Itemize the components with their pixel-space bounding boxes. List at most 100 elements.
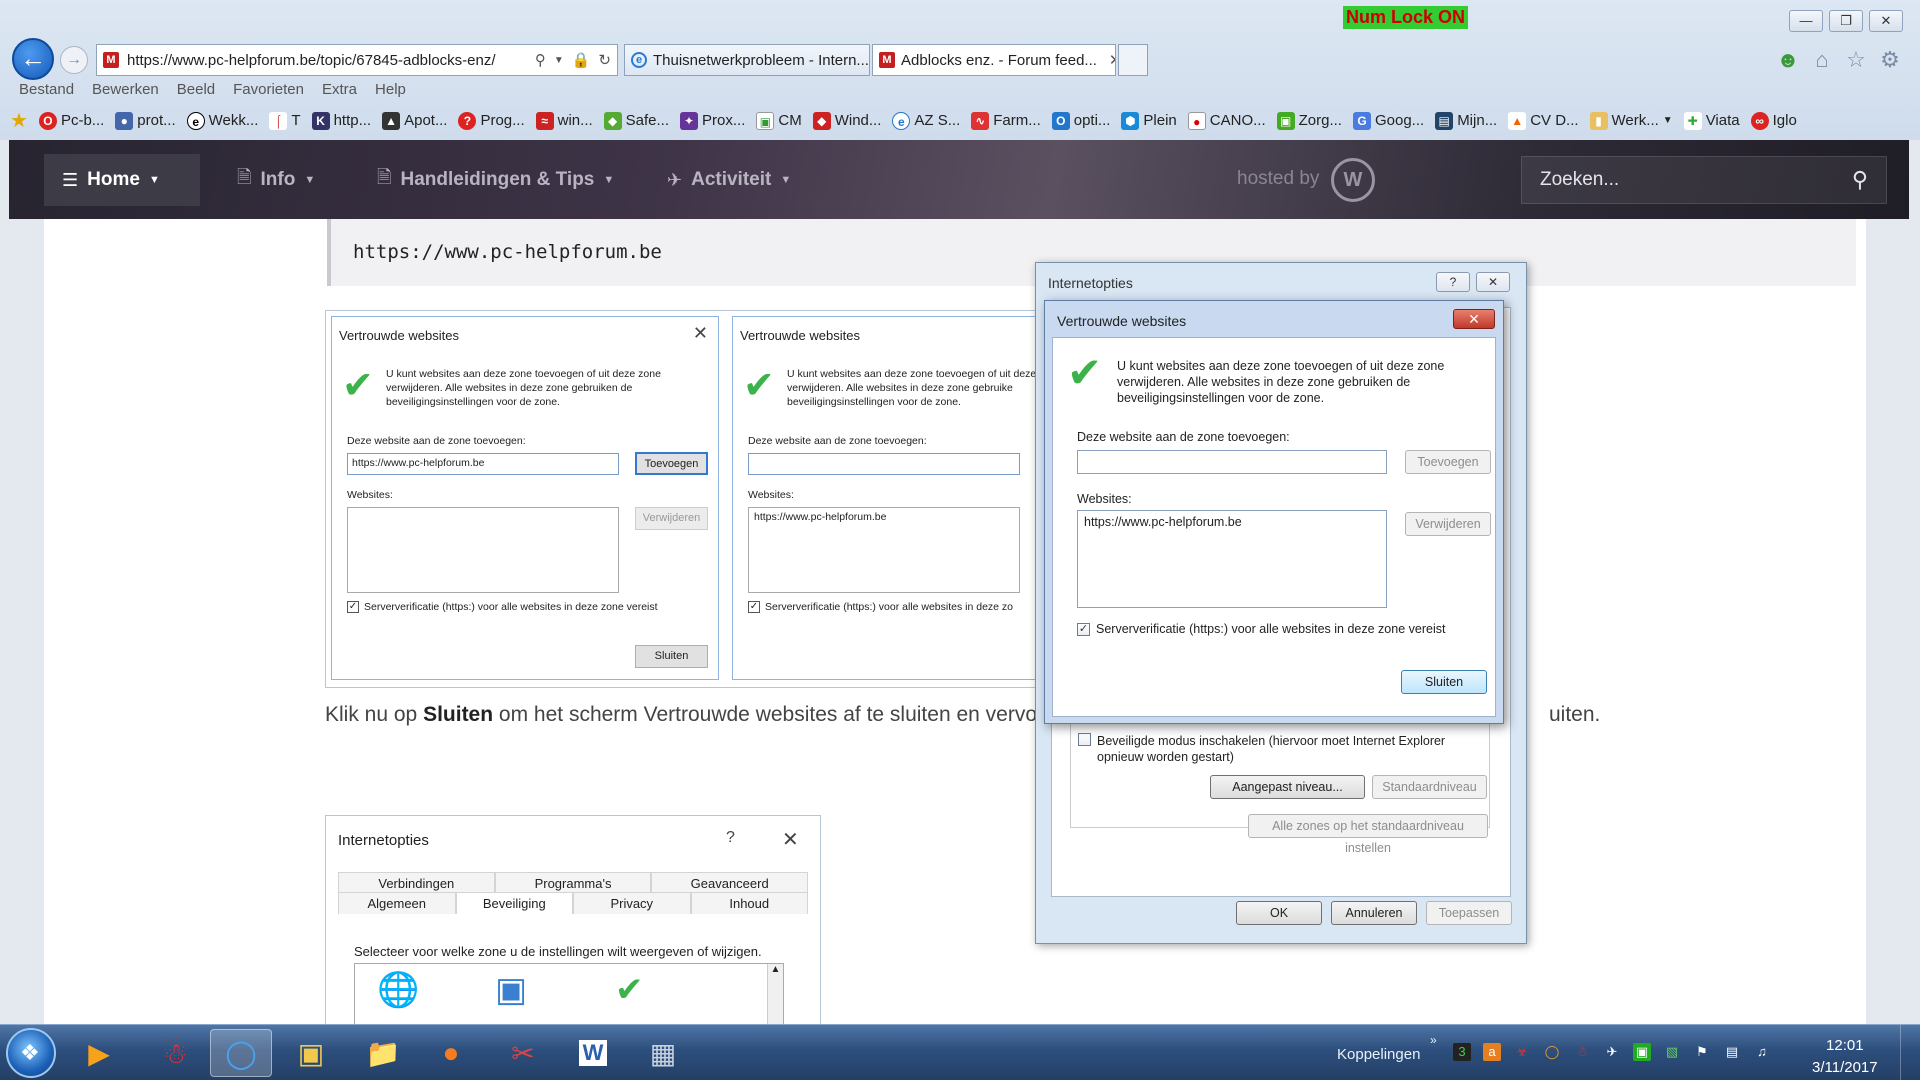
chevron-right-icon[interactable]: » (1430, 1033, 1437, 1047)
taskbar-internet-explorer[interactable]: ◯ (210, 1029, 272, 1077)
close-window-button[interactable]: ✕ (1869, 10, 1903, 32)
lock-icon[interactable]: 🔒 (572, 51, 591, 69)
favorite-item[interactable]: ◆ Safe... (603, 111, 669, 130)
start-button[interactable]: ❖ (6, 1028, 56, 1078)
home-icon[interactable]: ⌂ (1808, 46, 1836, 74)
add-button[interactable]: Toevoegen (1405, 450, 1491, 474)
nav-home[interactable]: ☰ Home ▼ (44, 154, 200, 206)
settings-gear-icon[interactable]: ⚙ (1876, 46, 1904, 74)
tray-volume-icon[interactable]: ♫ (1753, 1043, 1771, 1061)
favorite-item[interactable]: ▤ Mijn... (1435, 111, 1497, 130)
address-url[interactable]: https://www.pc-helpforum.be/topic/67845-… (127, 52, 527, 69)
site-search-input[interactable]: Zoeken... ⚲ (1521, 156, 1887, 204)
favorite-item[interactable]: ▣ CM (756, 111, 802, 130)
refresh-icon[interactable]: ↻ (598, 51, 611, 69)
menu-extra[interactable]: Extra (313, 81, 366, 98)
links-toolbar-label[interactable]: Koppelingen (1337, 1046, 1420, 1063)
minimize-button[interactable]: — (1789, 10, 1823, 32)
close-dialog-button[interactable]: ✕ (1476, 272, 1510, 292)
favorite-item[interactable]: Khttp... (311, 111, 371, 130)
https-verification-checkbox[interactable]: ✓ Serververificatie (https:) voor alle w… (1077, 622, 1445, 636)
tab-thuisnetwerk[interactable]: e Thuisnetwerkprobleem - Intern... (624, 44, 870, 76)
custom-level-button[interactable]: Aangepast niveau... (1210, 775, 1365, 799)
favorite-item[interactable]: ∞ Iglo (1750, 111, 1797, 130)
nav-handleidingen[interactable]: 🗎 Handleidingen & Tips ▼ (359, 154, 632, 206)
favorites-star-icon[interactable]: ☆ (1842, 46, 1870, 74)
taskbar-calculator[interactable]: ▦ (632, 1029, 694, 1077)
tray-flag-icon[interactable]: ⚑ (1693, 1043, 1711, 1061)
menu-beeld[interactable]: Beeld (168, 81, 224, 98)
tray-bars-icon[interactable]: ▧ (1663, 1043, 1681, 1061)
protected-mode-checkbox[interactable]: Beveiligde modus inschakelen (hiervoor m… (1078, 733, 1478, 765)
close-tab-icon[interactable]: ✕ (1109, 51, 1115, 69)
new-tab-button[interactable] (1118, 44, 1148, 76)
cancel-button[interactable]: Annuleren (1331, 901, 1417, 925)
feedback-icon[interactable]: ☻ (1774, 46, 1802, 74)
favorite-item[interactable]: Oopti... (1051, 111, 1110, 130)
taskbar-ccleaner[interactable]: ☃ (144, 1029, 206, 1077)
maximize-button[interactable]: ❐ (1829, 10, 1863, 32)
show-desktop-button[interactable] (1900, 1025, 1920, 1080)
menu-bestand[interactable]: Bestand (10, 81, 83, 98)
add-site-input[interactable] (1077, 450, 1387, 474)
default-level-button[interactable]: Standaardniveau (1372, 775, 1487, 799)
favorite-item[interactable]: ∿ Farm... (971, 111, 1041, 130)
websites-list[interactable]: https://www.pc-helpforum.be (1077, 510, 1387, 608)
nav-activiteit[interactable]: ✈ Activiteit ▼ (649, 154, 809, 206)
favorite-item[interactable]: ⌠ T (269, 111, 301, 130)
close-button[interactable]: Sluiten (1401, 670, 1487, 694)
favorite-item[interactable]: ▲ CV D... (1508, 111, 1579, 130)
favorite-item[interactable]: O Pc-b... (38, 111, 104, 130)
tray-nvidia-icon[interactable]: ▣ (1633, 1043, 1651, 1061)
favorite-item[interactable]: ⬢ Plein (1121, 111, 1177, 130)
reset-all-zones-button[interactable]: Alle zones op het standaardniveau instel… (1248, 814, 1488, 855)
favorite-item[interactable]: ▮ Werk... ▼ (1589, 111, 1673, 130)
tray-orange-icon[interactable]: a (1483, 1043, 1501, 1061)
address-bar[interactable]: M https://www.pc-helpforum.be/topic/6784… (96, 44, 618, 76)
screenshot-trusted-sites[interactable]: Vertrouwde websites ✕ ✔ U kunt websites … (325, 310, 1085, 688)
favorite-item[interactable]: ≈ win... (535, 111, 593, 130)
taskbar-explorer[interactable]: 📁 (352, 1029, 414, 1077)
favorite-item[interactable]: ✦ Prox... (680, 111, 745, 130)
close-dialog-button[interactable]: ✕ (1453, 309, 1495, 329)
taskbar-firefox[interactable]: ● (420, 1029, 482, 1077)
forward-button[interactable]: → (60, 46, 88, 74)
dropdown-icon[interactable]: ▼ (554, 55, 564, 66)
favorite-item[interactable]: ● CANO... (1187, 111, 1266, 130)
menu-bewerken[interactable]: Bewerken (83, 81, 168, 98)
menu-help[interactable]: Help (366, 81, 415, 98)
favorite-item[interactable]: G Goog... (1352, 111, 1424, 130)
website-entry[interactable]: https://www.pc-helpforum.be (1084, 515, 1242, 529)
help-button[interactable]: ? (1436, 272, 1470, 292)
tray-clock-icon[interactable]: ◯ (1543, 1043, 1561, 1061)
tray-network-icon[interactable]: ✈ (1603, 1043, 1621, 1061)
tray-3-icon[interactable]: 3 (1453, 1043, 1471, 1061)
add-favorite-icon[interactable]: ★ (10, 108, 28, 133)
back-button[interactable]: ← (12, 38, 54, 80)
taskbar-snipping[interactable]: ✂ (492, 1029, 554, 1077)
favorite-item[interactable]: e Wekk... (186, 111, 258, 130)
system-clock[interactable]: 12:01 3/11/2017 (1812, 1035, 1878, 1079)
host-logo-icon[interactable]: W (1331, 158, 1375, 202)
tray-ccleaner-icon[interactable]: ☃ (1573, 1043, 1591, 1061)
taskbar-sticky[interactable]: ▣ (280, 1029, 342, 1077)
favorite-item[interactable]: ● prot... (115, 111, 176, 130)
menu-favorieten[interactable]: Favorieten (224, 81, 313, 98)
favorite-item[interactable]: ✚ Viata (1683, 111, 1740, 130)
favorite-item[interactable]: ◆ Wind... (812, 111, 881, 130)
favorite-item[interactable]: ▣ Zorg... (1276, 111, 1342, 130)
tray-antivirus-icon[interactable]: ☣ (1513, 1043, 1531, 1061)
tray-monitor-icon[interactable]: ▤ (1723, 1043, 1741, 1061)
screenshot-internet-options[interactable]: Internetopties ? ✕ Verbindingen Programm… (325, 815, 821, 1024)
taskbar-word[interactable]: W (562, 1029, 624, 1077)
nav-info[interactable]: 🗎 Info ▼ (219, 154, 333, 206)
tab-adblocks[interactable]: M Adblocks enz. - Forum feed... ✕ (872, 44, 1116, 76)
favorite-item[interactable]: e AZ S... (892, 111, 960, 130)
apply-button[interactable]: Toepassen (1426, 901, 1512, 925)
remove-button[interactable]: Verwijderen (1405, 512, 1491, 536)
search-icon[interactable]: ⚲ (535, 51, 546, 69)
favorite-item[interactable]: ▲ Apot... (382, 111, 447, 130)
favorite-item[interactable]: ? Prog... (458, 111, 525, 130)
ok-button[interactable]: OK (1236, 901, 1322, 925)
taskbar-media-player[interactable]: ▶ (68, 1029, 130, 1077)
